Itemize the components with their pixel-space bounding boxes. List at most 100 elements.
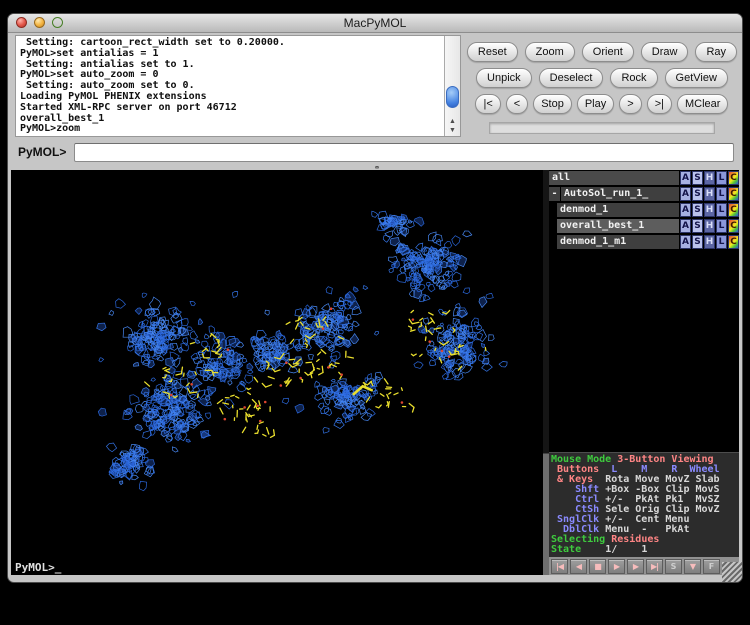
mclear-button[interactable]: MClear: [677, 94, 728, 114]
minimize-button-icon[interactable]: [34, 17, 45, 28]
step-forward-button[interactable]: ▶: [627, 559, 644, 574]
control-row-3: |< <StopPlay> >|MClear: [475, 94, 728, 114]
upper-section: Setting: cartoon_rect_width set to 0.200…: [8, 33, 742, 137]
c-menu-button[interactable]: C: [728, 187, 739, 201]
scroll-down-icon[interactable]: ▼: [445, 126, 460, 135]
a-menu-button[interactable]: A: [680, 171, 691, 185]
console-line-7: overall_best_1: [20, 114, 444, 125]
a-menu-button[interactable]: A: [680, 203, 691, 217]
traffic-lights: [16, 17, 63, 28]
object-list: allASHLC-AutoSol_run_1_ASHLCdenmod_1ASHL…: [549, 170, 739, 249]
draw-button[interactable]: Draw: [641, 42, 689, 62]
s-menu-button[interactable]: S: [692, 235, 703, 249]
console-text: Setting: cartoon_rect_width set to 0.200…: [16, 36, 444, 136]
fullscreen-button[interactable]: F: [703, 559, 720, 574]
zoom-button-icon[interactable]: [52, 17, 63, 28]
deselect-button[interactable]: Deselect: [539, 68, 604, 88]
l-menu-button[interactable]: L: [716, 203, 727, 217]
molecule-viewport[interactable]: PyMOL>_: [11, 170, 543, 575]
a-menu-button[interactable]: A: [680, 219, 691, 233]
progress-bar: [489, 122, 715, 134]
play-button[interactable]: ▶: [608, 559, 625, 574]
main-area: PyMOL>_ allASHLC-AutoSol_run_1_ASHLCdenm…: [11, 170, 739, 575]
go-to-start-button[interactable]: |◀: [551, 559, 568, 574]
a-menu-button[interactable]: A: [680, 235, 691, 249]
c-menu-button[interactable]: C: [728, 171, 739, 185]
--button[interactable]: >: [619, 94, 641, 114]
object-row-denmod_1_m1: denmod_1_m1ASHLC: [549, 235, 739, 249]
stop-button[interactable]: Stop: [533, 94, 572, 114]
h-menu-button[interactable]: H: [704, 219, 715, 233]
console-line-6: Started XML-RPC server on port 46712: [20, 103, 444, 114]
movie-playback-bar: |◀◀■▶▶▶|S▼F: [549, 557, 739, 575]
rock-button[interactable]: Rock: [610, 68, 657, 88]
console-line-8: PyMOL>zoom: [20, 124, 444, 135]
l-menu-button[interactable]: L: [716, 187, 727, 201]
object-name[interactable]: denmod_1_m1: [557, 235, 679, 249]
scrollbar-arrows[interactable]: ▲ ▼: [445, 117, 460, 135]
title-bar[interactable]: MacPyMOL: [8, 14, 742, 33]
right-panel: allASHLC-AutoSol_run_1_ASHLCdenmod_1ASHL…: [549, 170, 739, 575]
s-menu-button[interactable]: S: [692, 171, 703, 185]
getview-button[interactable]: GetView: [665, 68, 728, 88]
pymol-command-input[interactable]: [74, 143, 734, 162]
object-row-overall_best_1: overall_best_1ASHLC: [549, 219, 739, 233]
c-menu-button[interactable]: C: [728, 203, 739, 217]
object-name[interactable]: denmod_1: [557, 203, 679, 217]
object-row-AutoSol_run_1_: -AutoSol_run_1_ASHLC: [549, 187, 739, 201]
mouse-panel-line-9: State 1/ 1: [551, 545, 739, 555]
step-back-button[interactable]: ◀: [570, 559, 587, 574]
go-to-end-button[interactable]: ▶|: [646, 559, 663, 574]
h-menu-button[interactable]: H: [704, 235, 715, 249]
window-resize-grip-icon[interactable]: [722, 562, 742, 582]
--button[interactable]: <: [506, 94, 528, 114]
object-row-all: allASHLC: [549, 171, 739, 185]
object-row-denmod_1: denmod_1ASHLC: [549, 203, 739, 217]
control-button-panel: Reset Zoom Orient Draw Ray Unpick Deselect Roc…: [467, 35, 737, 137]
window-title: MacPyMOL: [344, 16, 407, 30]
l-menu-button[interactable]: L: [716, 171, 727, 185]
object-name[interactable]: overall_best_1: [557, 219, 679, 233]
object-name[interactable]: all: [549, 171, 679, 185]
play-button[interactable]: Play: [577, 94, 614, 114]
h-menu-button[interactable]: H: [704, 203, 715, 217]
l-menu-button[interactable]: L: [716, 235, 727, 249]
panel-spacer: [549, 249, 739, 452]
console-line-1: PyMOL>set antialias = 1: [20, 49, 444, 60]
object-name[interactable]: AutoSol_run_1_: [561, 187, 679, 201]
h-menu-button[interactable]: H: [704, 187, 715, 201]
unpick-button[interactable]: Unpick: [476, 68, 532, 88]
l-menu-button[interactable]: L: [716, 219, 727, 233]
scroll-up-icon[interactable]: ▲: [445, 117, 460, 126]
stop-button[interactable]: ■: [589, 559, 606, 574]
mouse-panel-text: State: [551, 544, 581, 555]
macpymol-window: MacPyMOL Setting: cartoon_rect_width set…: [7, 13, 743, 583]
divider-dimple-icon[interactable]: [375, 166, 379, 169]
prompt-label: PyMOL>: [18, 145, 66, 159]
density-mesh-svg[interactable]: [11, 170, 543, 575]
reset-button[interactable]: Reset: [467, 42, 518, 62]
ray-button[interactable]: Ray: [695, 42, 737, 62]
c-menu-button[interactable]: C: [728, 235, 739, 249]
a-menu-button[interactable]: A: [680, 187, 691, 201]
console-scrollbar[interactable]: ▲ ▼: [444, 36, 460, 136]
s-menu-button[interactable]: S: [692, 219, 703, 233]
--button[interactable]: >|: [647, 94, 672, 114]
collapse-toggle[interactable]: -: [549, 187, 560, 201]
--button[interactable]: |<: [475, 94, 500, 114]
h-menu-button[interactable]: H: [704, 171, 715, 185]
mouse-mode-panel: Mouse Mode 3-Button Viewing Buttons L M …: [549, 452, 739, 557]
scene-button[interactable]: S: [665, 559, 682, 574]
menu-dropdown-button[interactable]: ▼: [684, 559, 701, 574]
console-log[interactable]: Setting: cartoon_rect_width set to 0.200…: [15, 35, 461, 137]
viewport-prompt: PyMOL>_: [15, 561, 61, 574]
orient-button[interactable]: Orient: [582, 42, 634, 62]
control-row-1: Reset Zoom Orient Draw Ray: [467, 42, 737, 62]
zoom-button[interactable]: Zoom: [525, 42, 575, 62]
s-menu-button[interactable]: S: [692, 187, 703, 201]
s-menu-button[interactable]: S: [692, 203, 703, 217]
mouse-panel-text: 1/ 1: [581, 544, 647, 555]
close-button-icon[interactable]: [16, 17, 27, 28]
scrollbar-thumb[interactable]: [446, 86, 459, 108]
c-menu-button[interactable]: C: [728, 219, 739, 233]
